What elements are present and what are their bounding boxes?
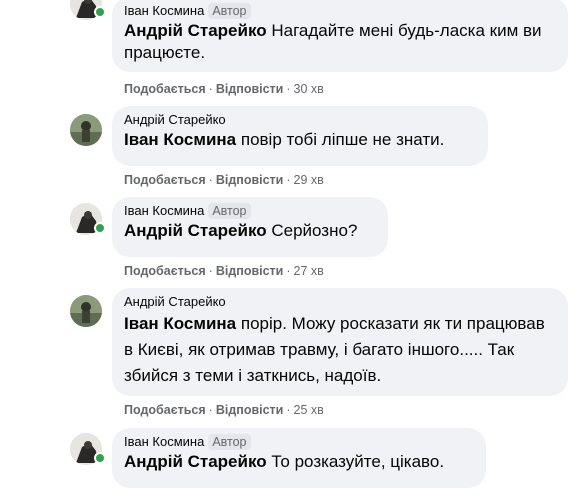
online-status-icon [94, 6, 106, 18]
like-link[interactable]: Подобається [124, 403, 206, 417]
comment-actions: Подобається · Відповісти · 30 хв [124, 82, 324, 96]
comment-text: Андрій Старейко Нагадайте мені будь-ласк… [124, 20, 556, 64]
reply-link[interactable]: Відповісти [216, 82, 284, 96]
timestamp[interactable]: 27 хв [294, 264, 324, 278]
avatar-photo-icon [70, 295, 102, 327]
separator: · [286, 403, 291, 417]
separator: · [208, 403, 213, 417]
online-status-icon [94, 452, 106, 464]
mention-link[interactable]: Андрій Старейко [124, 221, 267, 240]
comment-body: Серйозно? [266, 221, 358, 240]
reply-link[interactable]: Відповісти [216, 403, 284, 417]
timestamp[interactable]: 30 хв [294, 82, 324, 96]
comment-bubble: Іван Космина Автор Андрій Старейко То роз… [112, 428, 486, 488]
author-line: Іван Космина Автор [124, 434, 474, 450]
comment-body: То розказуйте, цікаво. [266, 452, 445, 471]
comment-actions: Подобається · Відповісти · 27 хв [124, 264, 324, 278]
separator: · [286, 173, 291, 187]
author-badge: Автор [208, 434, 251, 450]
reply-link[interactable]: Відповісти [216, 173, 284, 187]
author-name[interactable]: Андрій Старейко [124, 294, 226, 309]
author-name[interactable]: Андрій Старейко [124, 112, 226, 127]
like-link[interactable]: Подобається [124, 82, 206, 96]
timestamp[interactable]: 29 хв [294, 173, 324, 187]
author-name[interactable]: Іван Космина [124, 3, 204, 18]
author-name[interactable]: Іван Космина [124, 203, 204, 218]
like-link[interactable]: Подобається [124, 264, 206, 278]
separator: · [208, 82, 213, 96]
comment-bubble: Андрій Старейко Іван Космина повір тобі … [112, 106, 488, 166]
author-line: Іван Космина Автор [124, 203, 376, 219]
author-badge: Автор [208, 3, 251, 19]
comment-text: Іван Космина порір. Можу росказати як ти… [124, 311, 556, 389]
separator: · [208, 264, 213, 278]
mention-link[interactable]: Андрій Старейко [124, 452, 267, 471]
separator: · [286, 264, 291, 278]
avatar[interactable] [70, 295, 102, 327]
author-line: Андрій Старейко [124, 294, 556, 310]
mention-link[interactable]: Іван Космина [124, 130, 236, 149]
separator: · [208, 173, 213, 187]
comment-text: Андрій Старейко Серйозно? [124, 220, 376, 242]
comment-text: Іван Космина повір тобі ліпше не знати. [124, 129, 476, 151]
avatar[interactable] [70, 114, 102, 146]
comment-actions: Подобається · Відповісти · 25 хв [124, 403, 324, 417]
reply-link[interactable]: Відповісти [216, 264, 284, 278]
comment-bubble: Іван Космина Автор Андрій Старейко Нагада… [112, 0, 568, 72]
author-line: Андрій Старейко [124, 112, 476, 128]
separator: · [286, 82, 291, 96]
avatar-photo-icon [70, 114, 102, 146]
comment-body: повір тобі ліпше не знати. [236, 130, 445, 149]
mention-link[interactable]: Андрій Старейко [124, 21, 267, 40]
comment-actions: Подобається · Відповісти · 29 хв [124, 173, 324, 187]
like-link[interactable]: Подобається [124, 173, 206, 187]
comment-bubble: Андрій Старейко Іван Космина порір. Можу… [112, 288, 568, 396]
author-line: Іван Космина Автор [124, 3, 556, 19]
author-name[interactable]: Іван Космина [124, 434, 204, 449]
mention-link[interactable]: Іван Космина [124, 314, 236, 333]
author-badge: Автор [208, 203, 251, 219]
timestamp[interactable]: 25 хв [294, 403, 324, 417]
comment-bubble: Іван Космина Автор Андрій Старейко Серйоз… [112, 197, 388, 257]
comment-text: Андрій Старейко То розказуйте, цікаво. [124, 451, 474, 473]
online-status-icon [94, 222, 106, 234]
